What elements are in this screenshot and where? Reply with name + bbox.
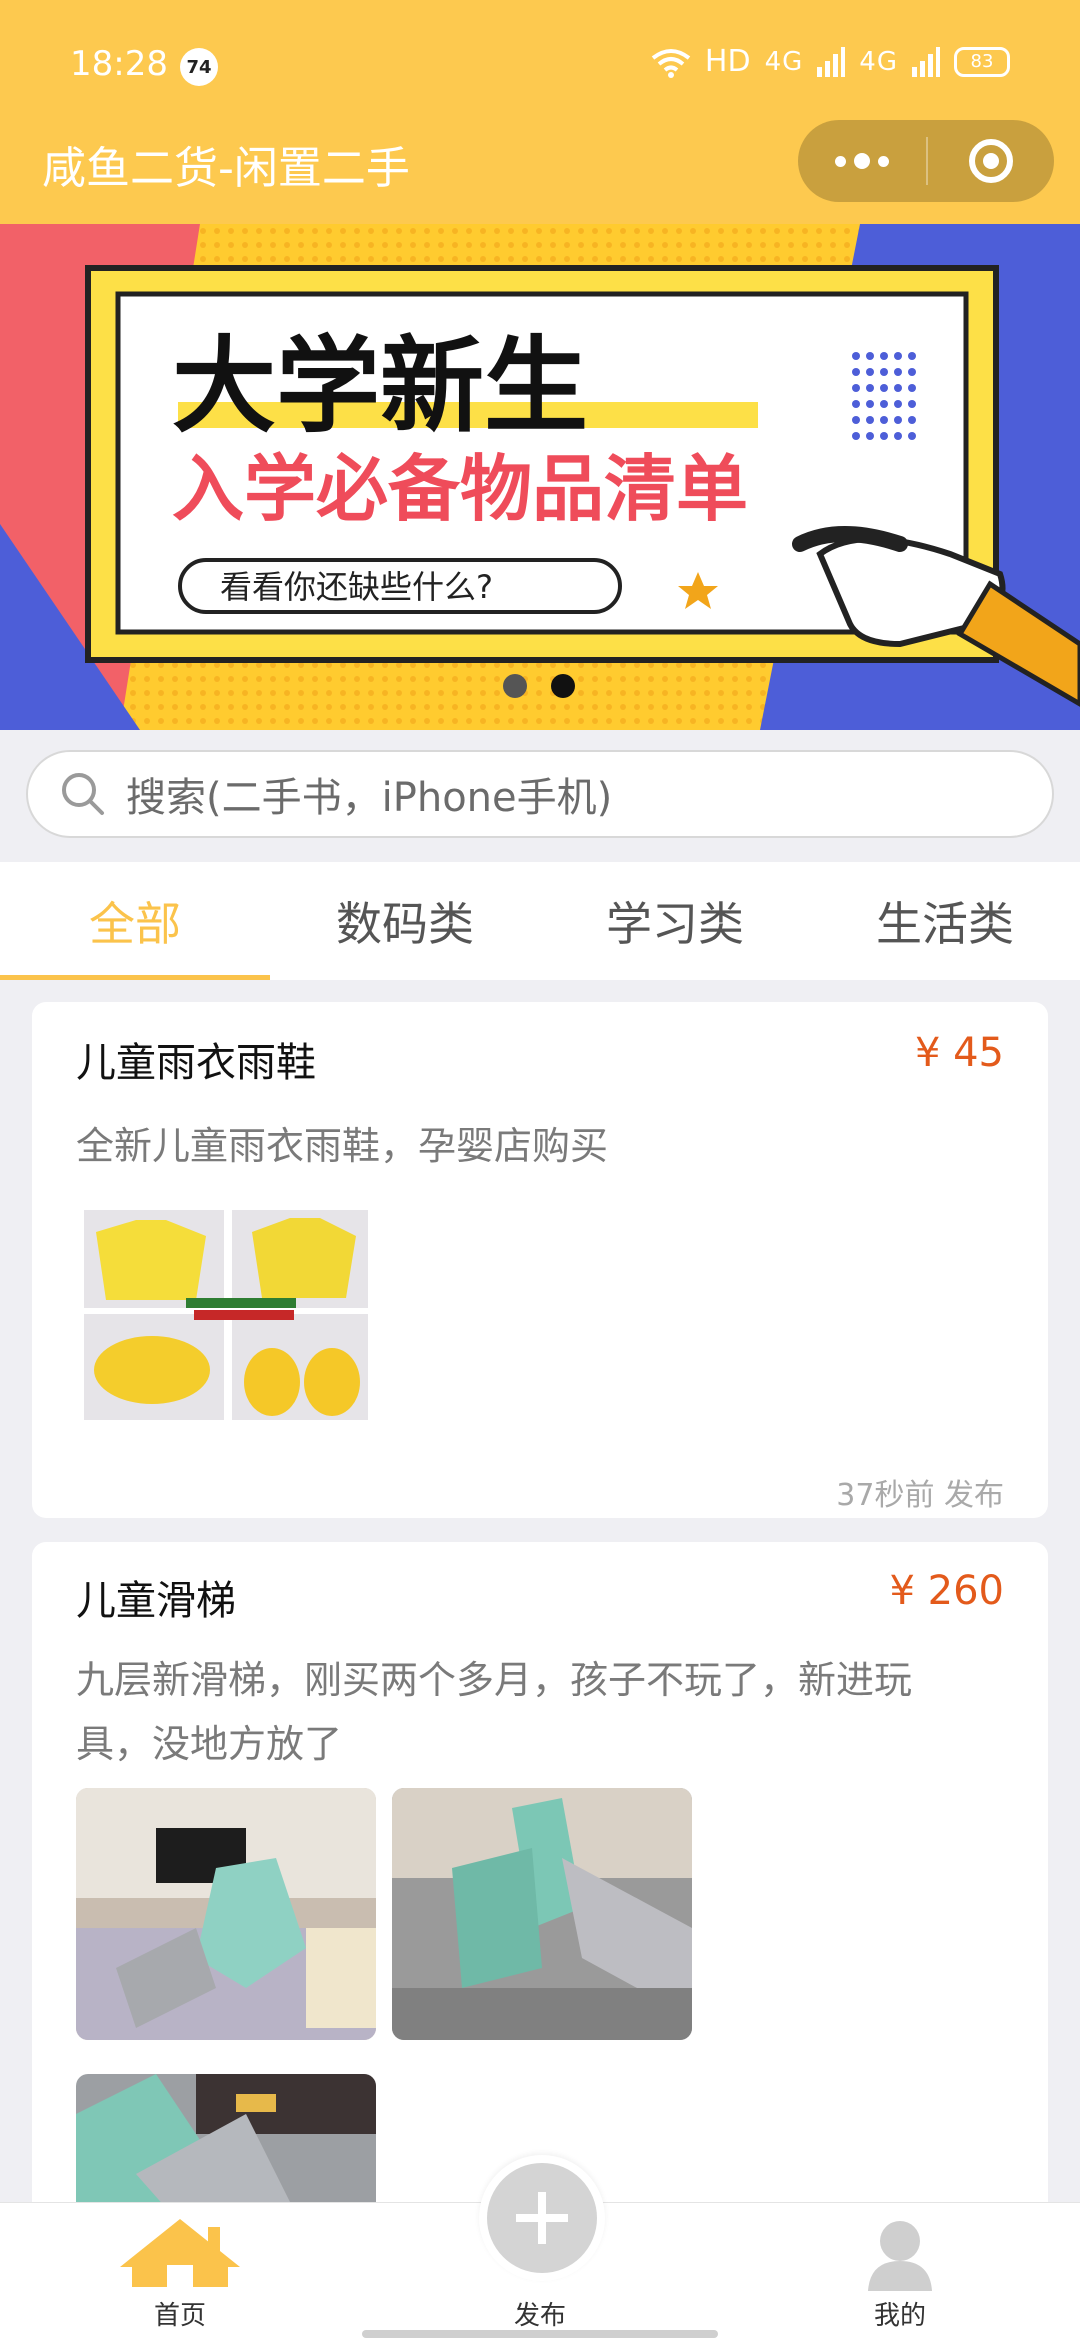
mini-program-capsule bbox=[798, 120, 1054, 202]
search-section: 搜索(二手书，iPhone手机) bbox=[0, 730, 1080, 860]
more-dot-icon bbox=[854, 153, 870, 169]
search-placeholder: 搜索(二手书，iPhone手机) bbox=[126, 775, 613, 821]
signal-bars-icon-2 bbox=[912, 46, 940, 77]
signal-icon-2: 4G bbox=[859, 46, 898, 77]
tab-all[interactable]: 全部 bbox=[0, 862, 270, 980]
home-indicator bbox=[362, 2330, 718, 2338]
banner-image: 大学新生 入学必备物品清单 看看你还缺些什么? bbox=[0, 224, 1080, 730]
nav-home[interactable]: 首页 bbox=[80, 2203, 280, 2340]
listing-image[interactable] bbox=[76, 1192, 376, 1442]
home-icon bbox=[120, 2219, 240, 2287]
close-mini-program-button[interactable] bbox=[928, 120, 1054, 202]
publish-button-inner bbox=[487, 2163, 597, 2273]
more-dot-icon bbox=[878, 155, 889, 167]
listing-card[interactable]: 儿童滑梯 ¥ 260 九层新滑梯，刚买两个多月，孩子不玩了，新进玩具，没地方放了 bbox=[32, 1542, 1048, 2242]
listing-description: 全新儿童雨衣雨鞋，孕婴店购买 bbox=[76, 1124, 609, 1168]
listing-price: ¥ 260 bbox=[889, 1568, 1004, 1614]
carousel-indicator bbox=[503, 674, 575, 698]
listing-price: ¥ 45 bbox=[914, 1030, 1004, 1076]
wifi-icon bbox=[651, 48, 691, 78]
battery-icon: 83 bbox=[954, 46, 1010, 77]
signal-bars-icon bbox=[817, 46, 846, 77]
listing-title: 儿童滑梯 bbox=[76, 1578, 236, 1624]
nav-mine-label: 我的 bbox=[873, 2301, 926, 2331]
category-tabs: 全部 数码类 学习类 生活类 bbox=[0, 862, 1080, 980]
tab-digital[interactable]: 数码类 bbox=[270, 862, 540, 980]
carousel-dot-active[interactable] bbox=[551, 674, 575, 698]
listing-description: 九层新滑梯，刚买两个多月，孩子不玩了，新进玩具，没地方放了 bbox=[76, 1658, 913, 1766]
listing-title: 儿童雨衣雨鞋 bbox=[76, 1040, 316, 1086]
plus-icon bbox=[516, 2192, 568, 2244]
signal-icon: 4G bbox=[764, 46, 804, 77]
status-bar: 18:28 74 HD 4G 4G 83 bbox=[0, 0, 1080, 130]
target-icon bbox=[969, 139, 1013, 183]
banner-subheadline: 入学必备物品清单 bbox=[172, 447, 748, 531]
status-time: 18:28 bbox=[70, 44, 168, 84]
search-input[interactable]: 搜索(二手书，iPhone手机) bbox=[26, 750, 1054, 838]
notification-badge: 74 bbox=[180, 48, 218, 86]
listing-card[interactable]: 儿童雨衣雨鞋 ¥ 45 全新儿童雨衣雨鞋，孕婴店购买 37秒前 发布 bbox=[32, 1002, 1048, 1518]
more-dot-icon bbox=[835, 155, 846, 167]
hd-label: HD bbox=[704, 44, 751, 79]
tab-study[interactable]: 学习类 bbox=[540, 862, 810, 980]
listing-image[interactable] bbox=[76, 1788, 376, 2040]
profile-icon bbox=[868, 2221, 932, 2291]
top-bar: 18:28 74 HD 4G 4G 83 咸鱼二货-闲置二手 bbox=[0, 0, 1080, 224]
search-icon bbox=[62, 773, 104, 815]
page-title: 咸鱼二货-闲置二手 bbox=[42, 143, 410, 194]
tab-life[interactable]: 生活类 bbox=[810, 862, 1080, 980]
carousel-dot[interactable] bbox=[503, 674, 527, 698]
nav-mine[interactable]: 我的 bbox=[800, 2203, 1000, 2340]
banner-tagline: 看看你还缺些什么? bbox=[220, 568, 493, 606]
banner-carousel[interactable]: 大学新生 入学必备物品清单 看看你还缺些什么? bbox=[0, 224, 1080, 730]
nav-home-label: 首页 bbox=[153, 2301, 206, 2331]
status-icons: HD 4G 4G 83 bbox=[651, 44, 1010, 79]
banner-headline: 大学新生 bbox=[172, 325, 588, 447]
listing-posted-time: 37秒前 发布 bbox=[836, 1478, 1004, 1513]
more-button[interactable] bbox=[798, 120, 926, 202]
nav-publish-label: 发布 bbox=[513, 2301, 566, 2331]
listing-image[interactable] bbox=[392, 1788, 692, 2040]
publish-button[interactable] bbox=[479, 2155, 605, 2281]
